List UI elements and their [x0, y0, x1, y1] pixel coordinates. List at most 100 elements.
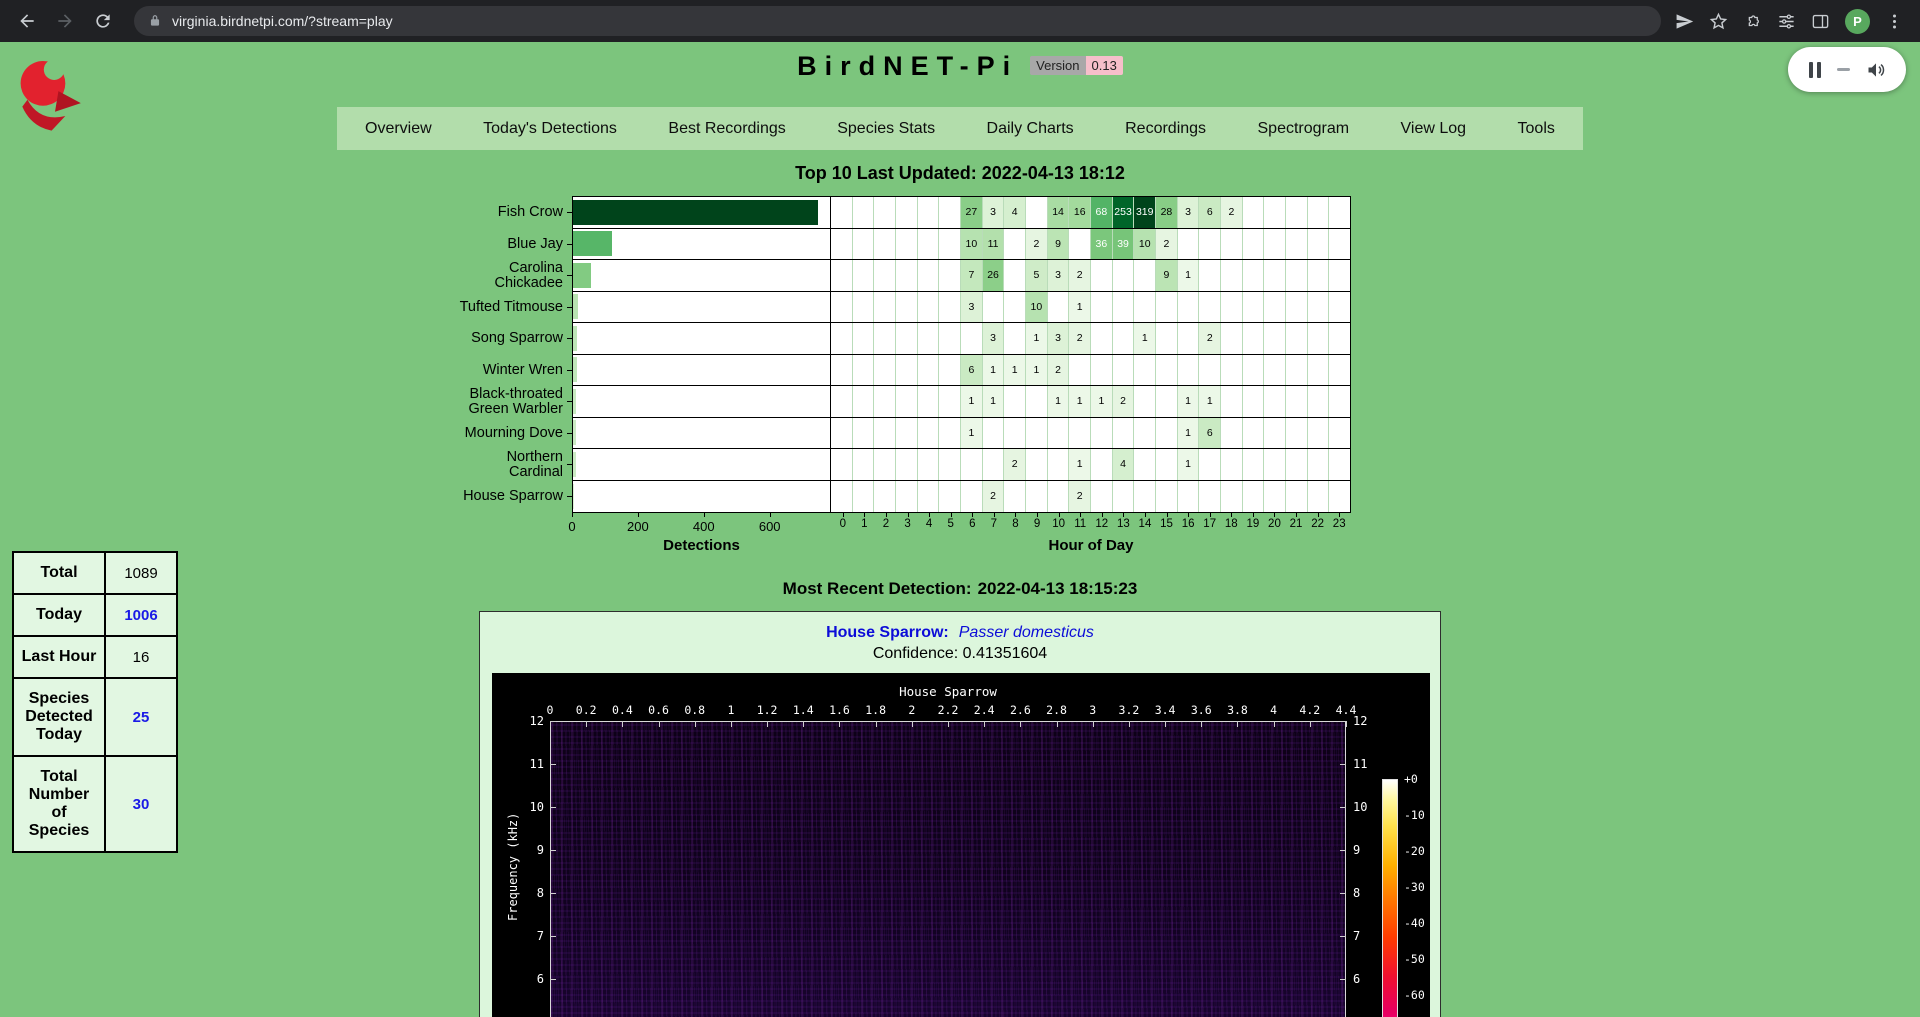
heatmap-cell — [1329, 386, 1350, 417]
audio-player — [1788, 47, 1906, 92]
detection-scientific-name-link[interactable]: Passer domesticus — [959, 624, 1094, 641]
heatmap-row: 3101 — [831, 292, 1350, 324]
side-panel-icon[interactable] — [1811, 12, 1830, 31]
spec-x-tick — [1093, 721, 1094, 727]
stats-value-link[interactable]: 1006 — [105, 594, 177, 636]
heatmap-cell — [831, 197, 853, 228]
heatmap-cell: 3 — [961, 292, 983, 323]
axis-tick — [1059, 513, 1060, 517]
heatmap-cell — [1199, 292, 1221, 323]
detection-panel: House Sparrow:Passer domesticus Confiden… — [479, 611, 1441, 1017]
colorbar-tick-label: -20 — [1404, 844, 1425, 858]
heatmap-cell — [1113, 355, 1135, 386]
heatmap-row: 273414166825331928362 — [831, 197, 1350, 229]
heatmap-cell: 1 — [1004, 355, 1026, 386]
spec-x-tick-label: 1.4 — [793, 703, 814, 717]
heatmap-cell — [1048, 449, 1070, 480]
hour-tick-label: 21 — [1290, 518, 1303, 530]
axis-tick — [951, 513, 952, 517]
volume-icon[interactable] — [1866, 60, 1886, 80]
detections-bar-row — [573, 292, 830, 324]
share-icon[interactable] — [1675, 12, 1694, 31]
heatmap-cell — [1243, 386, 1265, 417]
nav-item-today-s-detections[interactable]: Today's Detections — [473, 114, 627, 144]
heatmap-cell — [1113, 292, 1135, 323]
stats-value-link[interactable]: 25 — [105, 678, 177, 756]
spec-y-tick — [1340, 979, 1346, 980]
spec-y-tick-label-left: 7 — [510, 929, 544, 943]
hour-tick-label: 5 — [948, 518, 954, 530]
heatmap-cell: 1 — [1134, 323, 1156, 354]
nav-item-recordings[interactable]: Recordings — [1115, 114, 1216, 144]
detections-bar — [573, 326, 577, 351]
heatmap-cell: 253 — [1113, 197, 1135, 228]
extensions-puzzle-icon[interactable] — [1743, 12, 1762, 31]
spectrogram[interactable]: House Sparrow Frequency (kHz) 00.20.40.6… — [492, 673, 1430, 1017]
nav-item-daily-charts[interactable]: Daily Charts — [977, 114, 1084, 144]
heatmap-cell — [1134, 355, 1156, 386]
heatmap-cell — [1069, 229, 1091, 260]
spec-x-tick — [1237, 721, 1238, 727]
heatmap-cell — [1221, 386, 1243, 417]
spec-x-tick-label: 0.4 — [612, 703, 633, 717]
seek-dash-icon — [1837, 68, 1850, 71]
heatmap-cell — [1286, 418, 1308, 449]
heatmap-cell: 319 — [1134, 197, 1156, 228]
heatmap-cell — [1178, 355, 1200, 386]
nav-item-tools[interactable]: Tools — [1508, 114, 1565, 144]
hour-tick-label: 13 — [1117, 518, 1130, 530]
axis-tick — [1253, 513, 1254, 517]
birdnet-pi-logo[interactable] — [12, 55, 98, 141]
forward-button[interactable] — [48, 4, 82, 38]
profile-avatar[interactable]: P — [1845, 9, 1870, 34]
axis-tick-label: 0 — [568, 519, 575, 534]
heatmap-cell — [853, 355, 875, 386]
nav-item-overview[interactable]: Overview — [355, 114, 442, 144]
spec-x-tick-label: 2.8 — [1046, 703, 1067, 717]
heatmap-cell — [1286, 292, 1308, 323]
heatmap-cell — [874, 418, 896, 449]
heatmap-cell: 10 — [961, 229, 983, 260]
detections-axis: Detections 0200400600 — [572, 513, 831, 563]
spec-x-tick-label: 3.6 — [1191, 703, 1212, 717]
heatmap-cell — [1026, 197, 1048, 228]
heatmap-cell — [1048, 292, 1070, 323]
back-button[interactable] — [10, 4, 44, 38]
address-bar[interactable]: virginia.birdnetpi.com/?stream=play — [134, 6, 1661, 36]
menu-dots-icon[interactable] — [1885, 12, 1904, 31]
heatmap-cell — [1308, 292, 1330, 323]
stats-row: Species Detected Today25 — [13, 678, 177, 756]
reload-button[interactable] — [86, 4, 120, 38]
heatmap-cell — [1221, 355, 1243, 386]
nav-item-spectrogram[interactable]: Spectrogram — [1248, 114, 1360, 144]
pause-button[interactable] — [1809, 62, 1821, 78]
hour-tick-label: 12 — [1095, 518, 1108, 530]
spec-y-tick-label-right: 12 — [1353, 714, 1367, 728]
species-label: Winter Wren — [450, 355, 572, 387]
tune-icon[interactable] — [1777, 12, 1796, 31]
detection-common-name-link[interactable]: House Sparrow: — [826, 624, 949, 641]
heatmap-cell — [1026, 481, 1048, 513]
spectrogram-plot — [550, 721, 1346, 1017]
nav-item-best-recordings[interactable]: Best Recordings — [658, 114, 795, 144]
nav-item-species-stats[interactable]: Species Stats — [827, 114, 945, 144]
detections-bar — [573, 420, 576, 445]
bookmark-star-icon[interactable] — [1709, 12, 1728, 31]
spec-x-tick — [984, 721, 985, 727]
heatmap-cell: 2 — [1048, 355, 1070, 386]
page-title: BirdNET-Pi — [797, 51, 1018, 81]
spec-x-tick-label: 1.6 — [829, 703, 850, 717]
heatmap-cell — [1026, 449, 1048, 480]
spec-x-tick — [1274, 721, 1275, 727]
nav-item-view-log[interactable]: View Log — [1391, 114, 1477, 144]
heatmap-cell — [1264, 323, 1286, 354]
spec-y-tick — [1340, 764, 1346, 765]
heatmap-row: 61112 — [831, 355, 1350, 387]
heatmap-cell: 68 — [1091, 197, 1113, 228]
heatmap-cell — [939, 323, 961, 354]
axis-tick — [1188, 513, 1189, 517]
axis-tick — [1123, 513, 1124, 517]
stats-value-link[interactable]: 30 — [105, 756, 177, 852]
heatmap-cell — [1091, 481, 1113, 513]
stats-table-body: Total1089Today1006Last Hour16Species Det… — [13, 552, 177, 852]
